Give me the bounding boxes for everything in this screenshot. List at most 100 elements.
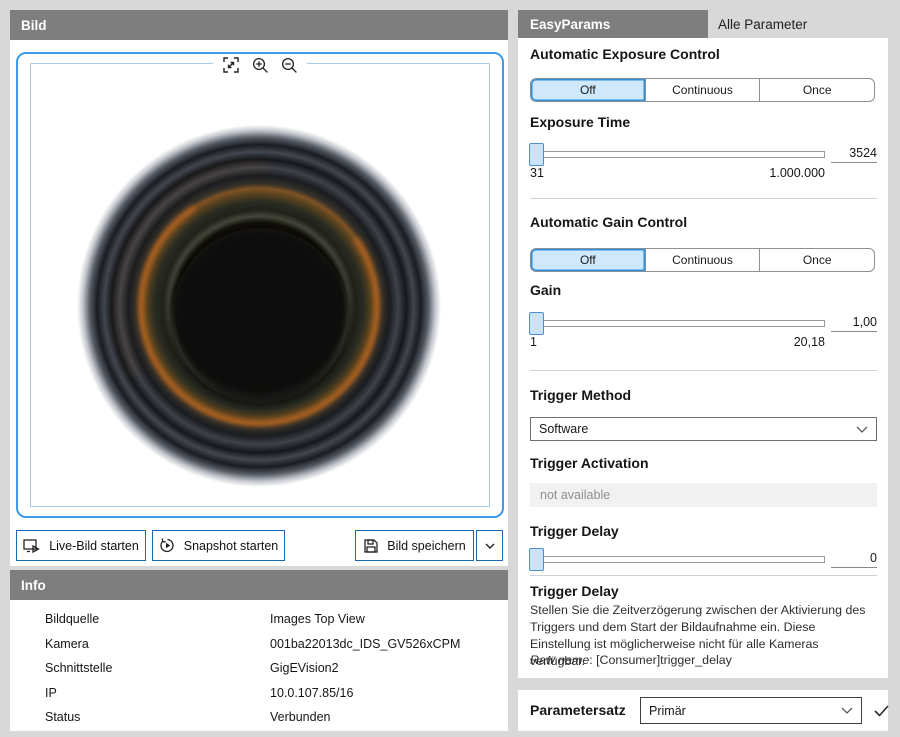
- trigger-activation-field: not available: [530, 483, 877, 507]
- trigger-delay-title: Trigger Delay: [530, 523, 619, 539]
- exposure-time-title: Exposure Time: [530, 114, 630, 130]
- chevron-down-icon: [856, 426, 868, 433]
- info-panel-header: Info: [10, 570, 508, 600]
- start-snapshot-label: Snapshot starten: [184, 539, 279, 553]
- agc-title: Automatic Gain Control: [530, 214, 687, 230]
- easyparams-panel: Automatic Exposure Control Off Continuou…: [518, 38, 888, 678]
- slider-groove[interactable]: [530, 151, 825, 158]
- right-column: EasyParams Alle Parameter Automatic Expo…: [518, 10, 888, 731]
- paramset-dropdown[interactable]: Primär: [640, 697, 862, 724]
- fit-to-view-icon[interactable]: [222, 56, 240, 74]
- info-panel-title: Info: [21, 578, 46, 593]
- info-label: Status: [45, 710, 270, 724]
- aec-option-off[interactable]: Off: [531, 79, 646, 101]
- camera-image: [31, 64, 489, 506]
- raw-name-line: Raw name: [Consumer]trigger_delay: [530, 653, 732, 667]
- tab-alle-parameter[interactable]: Alle Parameter: [708, 10, 888, 38]
- info-panel: Bildquelle Images Top View Kamera 001ba2…: [10, 600, 508, 731]
- aec-segmented-control: Off Continuous Once: [530, 78, 875, 102]
- info-row-kamera: Kamera 001ba22013dc_IDS_GV526xCPM: [10, 632, 508, 657]
- slider-groove[interactable]: [530, 320, 825, 327]
- paramset-value: Primär: [649, 704, 841, 718]
- raw-name-value: : [Consumer]trigger_delay: [589, 653, 732, 667]
- gain-range: 1 20,18: [530, 335, 825, 349]
- aec-option-once[interactable]: Once: [760, 79, 874, 101]
- trigger-method-title: Trigger Method: [530, 387, 631, 403]
- bild-panel-title: Bild: [21, 18, 47, 33]
- snapshot-icon: [159, 537, 176, 554]
- info-value: 001ba22013dc_IDS_GV526xCPM: [270, 637, 460, 651]
- live-image-icon: [23, 538, 41, 554]
- exposure-time-range: 31 1.000.000: [530, 166, 825, 180]
- check-icon: [874, 705, 889, 717]
- description-title: Trigger Delay: [530, 583, 619, 599]
- trigger-method-dropdown[interactable]: Software: [530, 417, 877, 441]
- separator: [530, 575, 877, 576]
- parameter-tabs: EasyParams Alle Parameter: [518, 10, 888, 38]
- bild-panel-header: Bild: [10, 10, 508, 40]
- gain-value[interactable]: 1,00: [831, 315, 877, 332]
- start-snapshot-button[interactable]: Snapshot starten: [152, 530, 285, 561]
- trigger-activation-title: Trigger Activation: [530, 455, 649, 471]
- trigger-delay-value[interactable]: 0: [831, 551, 877, 568]
- exposure-time-max: 1.000.000: [769, 166, 825, 180]
- gain-slider[interactable]: [530, 311, 825, 335]
- exposure-time-value[interactable]: 3524: [831, 146, 877, 163]
- gain-slider-thumb[interactable]: [529, 312, 544, 335]
- viewer-toolbar: [213, 55, 307, 75]
- separator: [530, 198, 877, 199]
- trigger-delay-slider[interactable]: [530, 547, 825, 571]
- aec-option-continuous[interactable]: Continuous: [646, 79, 761, 101]
- agc-option-once[interactable]: Once: [760, 249, 874, 271]
- gain-slider-row: 1,00: [530, 311, 877, 335]
- info-label: IP: [45, 686, 270, 700]
- agc-option-continuous[interactable]: Continuous: [646, 249, 761, 271]
- start-live-image-label: Live-Bild starten: [49, 539, 139, 553]
- trigger-delay-slider-thumb[interactable]: [529, 548, 544, 571]
- save-image-options-button[interactable]: [476, 530, 503, 561]
- info-row-bildquelle: Bildquelle Images Top View: [10, 607, 508, 632]
- info-row-status: Status Verbunden: [10, 705, 508, 730]
- info-value: GigEVision2: [270, 661, 339, 675]
- exposure-time-slider[interactable]: [530, 142, 825, 166]
- zoom-out-icon[interactable]: [280, 56, 298, 74]
- paramset-bar: Parametersatz Primär: [518, 690, 888, 731]
- trigger-method-value: Software: [539, 422, 856, 436]
- info-row-schnittstelle: Schnittstelle GigEVision2: [10, 656, 508, 681]
- save-image-button[interactable]: Bild speichern: [355, 530, 474, 561]
- left-column: Bild: [10, 10, 508, 731]
- gain-max: 20,18: [794, 335, 825, 349]
- chevron-down-icon: [485, 543, 495, 549]
- image-viewer: [16, 52, 504, 518]
- info-label: Schnittstelle: [45, 661, 270, 675]
- raw-name-label: Raw name: [530, 653, 589, 667]
- aec-title: Automatic Exposure Control: [530, 46, 720, 62]
- info-row-ip: IP 10.0.107.85/16: [10, 681, 508, 706]
- trigger-delay-slider-row: 0: [530, 547, 877, 571]
- start-live-image-button[interactable]: Live-Bild starten: [16, 530, 146, 561]
- agc-segmented-control: Off Continuous Once: [530, 248, 875, 272]
- agc-option-off[interactable]: Off: [531, 249, 646, 271]
- exposure-time-slider-thumb[interactable]: [529, 143, 544, 166]
- separator: [530, 370, 877, 371]
- gain-title: Gain: [530, 282, 561, 298]
- info-value: Images Top View: [270, 612, 365, 626]
- image-canvas: [30, 63, 490, 507]
- info-value: 10.0.107.85/16: [270, 686, 353, 700]
- chevron-down-icon: [841, 707, 853, 714]
- paramset-label: Parametersatz: [530, 702, 626, 718]
- gain-min: 1: [530, 335, 537, 349]
- exposure-time-slider-row: 3524: [530, 142, 877, 166]
- slider-groove[interactable]: [530, 556, 825, 563]
- zoom-in-icon[interactable]: [251, 56, 269, 74]
- save-icon: [363, 538, 379, 554]
- info-label: Kamera: [45, 637, 270, 651]
- app-window: Bild: [0, 0, 900, 737]
- info-value: Verbunden: [270, 710, 330, 724]
- image-panel: Live-Bild starten Snapshot starten Bild …: [10, 40, 508, 566]
- exposure-time-min: 31: [530, 166, 544, 180]
- save-image-label: Bild speichern: [387, 539, 466, 553]
- paramset-apply-button[interactable]: [870, 700, 892, 722]
- tab-easyparams[interactable]: EasyParams: [518, 10, 708, 38]
- info-label: Bildquelle: [45, 612, 270, 626]
